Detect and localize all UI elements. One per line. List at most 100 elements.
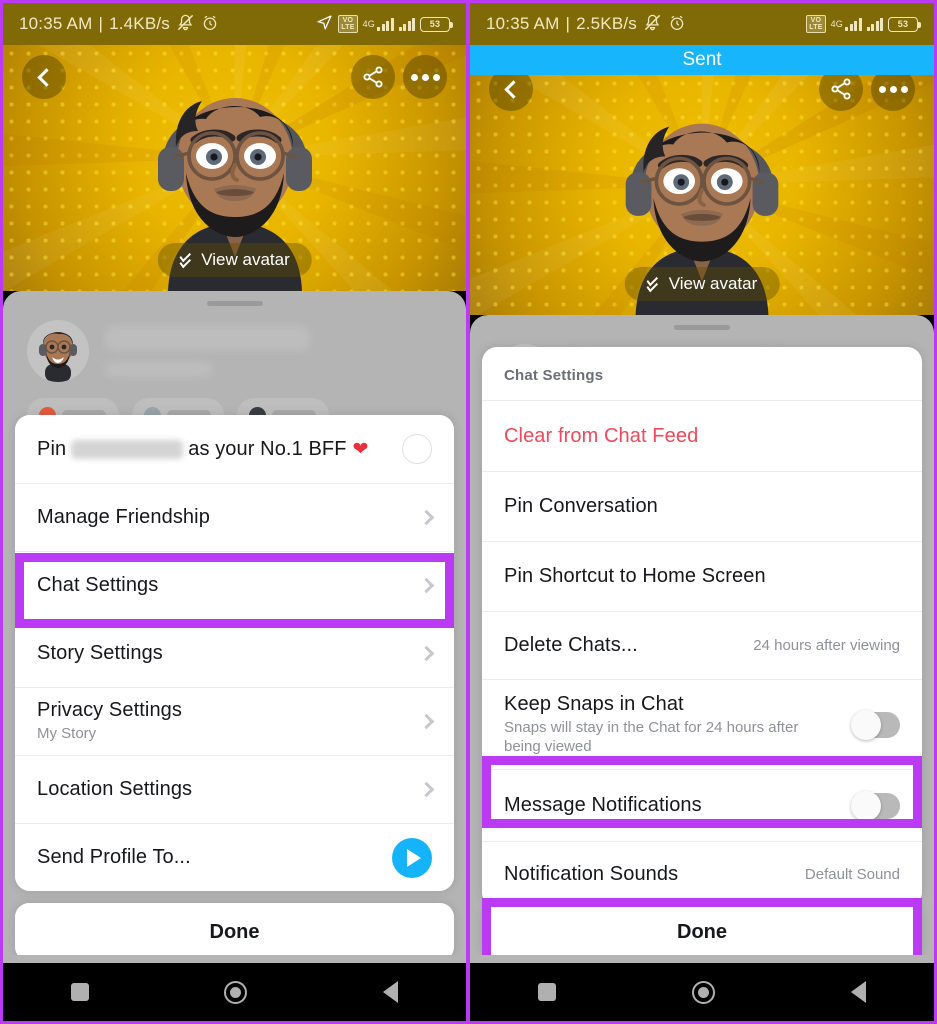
profile-identity-row [3,306,466,382]
square-recents-icon[interactable] [70,983,89,1001]
circle-home-icon[interactable] [224,980,248,1004]
menu-item-content: Privacy Settings My Story [37,699,407,744]
bell-muted-icon [176,13,195,35]
menu-item-message-notifications[interactable]: Message Notifications [482,769,922,841]
keep-snaps-toggle[interactable] [851,709,900,740]
menu-item-content: Clear from Chat Feed [504,425,900,448]
menu-item-pin-bff[interactable]: Pin as your No.1 BFF ❤ [15,415,454,483]
double-chevron-down-icon [179,249,192,268]
android-nav-bar [470,963,934,1021]
signal-bars-sim1-icon [377,17,394,31]
network-type-label: 4G [362,18,375,29]
battery-indicator: 53 [888,16,921,32]
done-button[interactable]: Done [15,903,454,961]
volte-line-1: VO [342,17,354,24]
menu-item-notification-sounds[interactable]: Notification Sounds Default Sound [482,841,922,907]
battery-indicator: 53 [420,16,453,32]
right-phone-screenshot: 10:35 AM | 2.5KB/s VO LTE 4G 53 Sent Vie… [468,0,937,1024]
circle-home-icon[interactable] [692,980,715,1004]
menu-item-label: Chat Settings [37,574,159,596]
chevron-right-icon [418,577,435,594]
menu-item-content: Send Profile To... [37,846,380,869]
menu-item-label: Keep Snaps in Chat [504,692,684,715]
bitmoji-avatar-small [39,332,77,382]
menu-item-content: Delete Chats... [504,634,741,657]
send-arrow-icon [407,848,421,867]
status-time: 10:35 AM [19,14,93,33]
back-button[interactable] [22,55,66,99]
status-bar: 10:35 AM | 1.4KB/s VO LTE 4G 53 [3,3,466,45]
view-avatar-button[interactable]: View avatar [624,267,780,301]
menu-item-send-profile-to[interactable]: Send Profile To... [15,823,454,891]
triangle-back-icon[interactable] [383,981,399,1003]
menu-item-clear-from-chat-feed[interactable]: Clear from Chat Feed [482,401,922,471]
double-chevron-down-icon [646,273,660,292]
menu-item-content: Message Notifications [504,794,841,817]
menu-item-content: Pin Shortcut to Home Screen [504,565,900,588]
bell-muted-icon [643,13,662,35]
nav-bar-gap [3,955,466,963]
location-arrow-icon [316,14,333,34]
more-options-button[interactable] [403,55,447,99]
signal-bars-sim2-icon [866,17,883,31]
menu-item-content: Chat Settings [37,574,407,597]
volte-line-2: LTE [341,24,355,31]
menu-item-location-settings[interactable]: Location Settings [15,755,454,823]
status-bar-left: 10:35 AM | 2.5KB/s [486,13,686,35]
profile-hero-banner: View avatar [3,45,466,291]
send-button[interactable] [392,837,432,878]
status-data-rate: 2.5KB/s [576,14,637,33]
triangle-back-icon[interactable] [851,981,866,1003]
done-label: Done [209,920,260,943]
menu-item-label: Pin Shortcut to Home Screen [504,565,766,587]
volte-icon: VO LTE [338,15,358,33]
volte-line-1: VO [810,17,822,24]
menu-item-keep-snaps-in-chat[interactable]: Keep Snaps in Chat Snaps will stay in th… [482,679,922,769]
pin-label-suffix: as your No.1 BFF [188,437,347,460]
menu-item-content: Location Settings [37,778,407,801]
done-button[interactable]: Done [482,903,922,961]
menu-item-label: Notification Sounds [504,863,679,885]
back-chevron-icon [503,79,523,99]
menu-item-content: Notification Sounds [504,863,793,886]
menu-item-label: Story Settings [37,642,163,664]
nav-bar-gap [470,955,934,963]
menu-item-label: Pin Conversation [504,495,658,517]
status-time: 10:35 AM [486,14,560,33]
menu-item-label: Privacy Settings [37,699,182,722]
menu-item-subtitle: Snaps will stay in the Chat for 24 hours… [504,718,799,755]
volte-line-2: LTE [809,24,823,31]
share-button[interactable] [351,55,395,99]
menu-item-content: Keep Snaps in Chat Snaps will stay in th… [504,693,841,757]
heart-icon: ❤ [352,438,369,460]
share-icon [831,78,851,100]
menu-item-content: Manage Friendship [37,506,407,529]
chevron-right-icon [418,713,435,730]
menu-item-label: Message Notifications [504,794,702,816]
screenshot-root: 10:35 AM | 1.4KB/s VO LTE 4G 53 View ava… [0,0,937,1024]
pin-bff-radio[interactable] [402,434,432,464]
menu-item-delete-chats[interactable]: Delete Chats... 24 hours after viewing [482,611,922,679]
menu-item-chat-settings[interactable]: Chat Settings [15,551,454,619]
square-recents-icon[interactable] [538,983,556,1001]
menu-item-story-settings[interactable]: Story Settings [15,619,454,687]
chevron-right-icon [418,645,435,662]
menu-item-content: Pin Conversation [504,495,900,518]
menu-item-privacy-settings[interactable]: Privacy Settings My Story [15,687,454,755]
status-bar: 10:35 AM | 2.5KB/s VO LTE 4G 53 [470,3,934,45]
menu-item-pin-conversation[interactable]: Pin Conversation [482,471,922,541]
sent-banner-label: Sent [682,49,722,70]
menu-item-manage-friendship[interactable]: Manage Friendship [15,483,454,551]
sent-banner: Sent [470,45,934,75]
done-label: Done [677,920,727,943]
chat-settings-sheet: Chat Settings Clear from Chat Feed Pin C… [482,347,922,907]
view-avatar-button[interactable]: View avatar [157,243,312,277]
menu-item-value: Default Sound [804,866,900,883]
more-options-icon [878,85,908,93]
message-notifications-toggle[interactable] [851,790,900,821]
menu-item-pin-shortcut-home-screen[interactable]: Pin Shortcut to Home Screen [482,541,922,611]
profile-name-placeholder [105,325,442,377]
status-bar-right: VO LTE 4G 53 [806,15,921,33]
more-options-icon [410,73,440,81]
chat-settings-title: Chat Settings [482,347,922,401]
